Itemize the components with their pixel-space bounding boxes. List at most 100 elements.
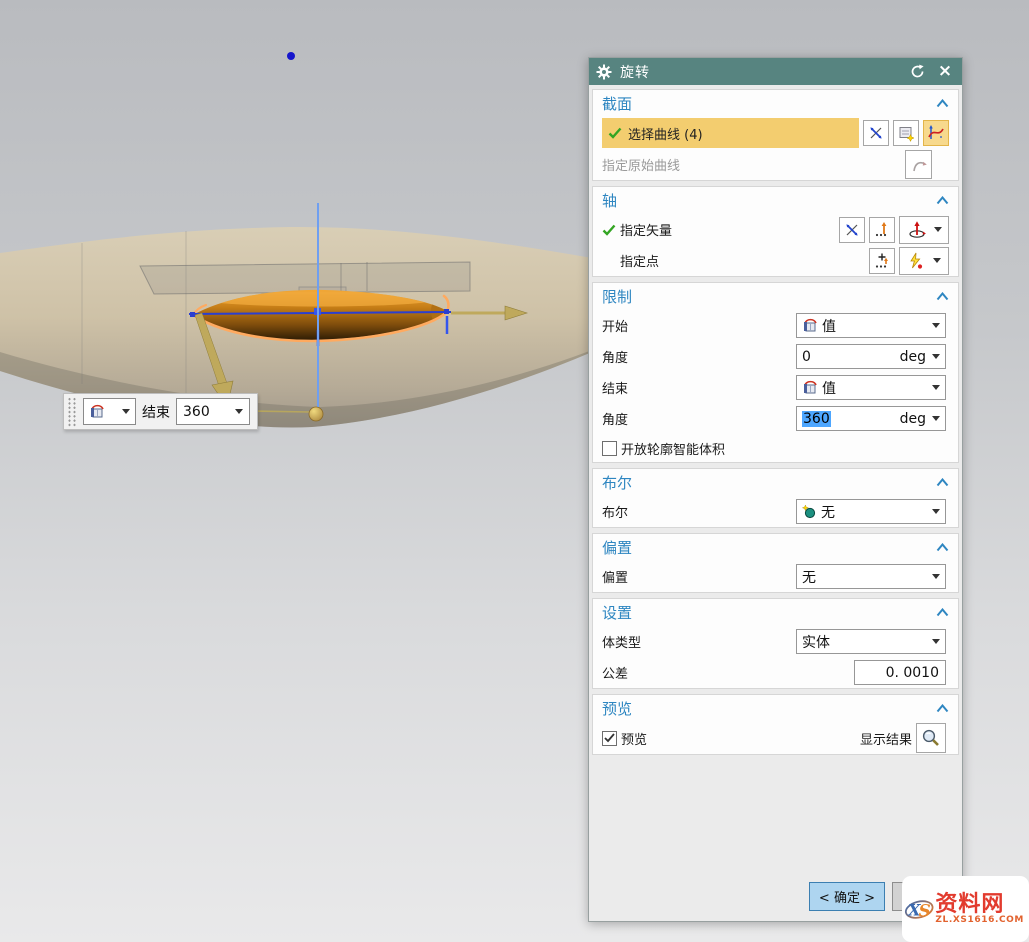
preview-label: 预览 (621, 729, 647, 748)
collapse-chevron-icon[interactable] (936, 478, 949, 487)
select-curve-label: 选择曲线 (4) (628, 124, 703, 143)
open-profile-label: 开放轮廓智能体积 (621, 439, 725, 458)
sketch-section-button[interactable] (893, 120, 919, 146)
inferred-vector-icon (907, 220, 927, 240)
dropdown-caret-icon (932, 416, 940, 421)
reverse-direction-icon (844, 222, 860, 238)
value-option-icon (89, 404, 105, 419)
offset-value: 无 (802, 567, 816, 587)
drag-handle-icon[interactable] (67, 397, 77, 427)
offset-dropdown[interactable]: 无 (796, 564, 946, 589)
vector-method-dropdown[interactable] (899, 216, 949, 244)
boolean-header-label: 布尔 (602, 472, 632, 493)
magnifier-icon (921, 728, 941, 748)
dropdown-caret-icon (933, 258, 941, 263)
collapse-chevron-icon[interactable] (936, 196, 949, 205)
dialog-title: 旋转 (620, 62, 650, 82)
dropdown-caret-icon (932, 639, 940, 644)
check-icon (602, 224, 616, 236)
collapse-chevron-icon[interactable] (936, 292, 949, 301)
checkmark-icon (604, 733, 615, 743)
end-type-value: 值 (822, 378, 836, 398)
end-label: 结束 (602, 378, 628, 397)
gear-icon (596, 64, 612, 80)
application-window: 结束 360 (0, 0, 1029, 942)
original-curve-icon (910, 156, 928, 174)
reset-button[interactable] (907, 62, 927, 82)
panel-boolean: 布尔 布尔 无 (592, 468, 959, 528)
angle-drag-handle[interactable] (309, 407, 323, 421)
start-angle-input[interactable]: 0 deg (796, 344, 946, 369)
value-option-icon (802, 380, 818, 395)
reverse-direction-icon (868, 125, 884, 141)
original-curve-button[interactable] (905, 150, 932, 179)
body-type-value: 实体 (802, 632, 830, 652)
boolean-dropdown[interactable]: 无 (796, 499, 946, 524)
collapse-chevron-icon[interactable] (936, 543, 949, 552)
dialog-body: 截面 选择曲线 (4) (589, 85, 962, 921)
floating-end-angle-value: 360 (183, 404, 210, 420)
value-option-icon (802, 318, 818, 333)
curve-endpoint-left (190, 312, 195, 317)
offset-header-label: 偏置 (602, 537, 632, 558)
specify-point-label: 指定点 (620, 251, 659, 270)
open-profile-checkbox[interactable] (602, 441, 617, 456)
dropdown-caret-icon (932, 385, 940, 390)
dropdown-caret-icon (932, 509, 940, 514)
collapse-chevron-icon[interactable] (936, 608, 949, 617)
select-curve-field[interactable]: 选择曲线 (4) (602, 118, 859, 148)
curve-rule-button[interactable] (923, 120, 949, 146)
check-icon (608, 127, 622, 139)
limits-header-label: 限制 (602, 286, 632, 307)
collapse-chevron-icon[interactable] (936, 99, 949, 108)
point-method-dropdown[interactable] (899, 247, 949, 275)
curve-rule-icon (927, 124, 945, 142)
boolean-value: 无 (821, 502, 835, 522)
onscreen-input-bar: 结束 360 (63, 393, 258, 430)
preview-checkbox[interactable] (602, 731, 617, 746)
end-angle-input[interactable]: 360 deg (796, 406, 946, 431)
original-curve-label: 指定原始曲线 (602, 155, 680, 174)
boolean-label: 布尔 (602, 502, 628, 521)
body-type-dropdown[interactable]: 实体 (796, 629, 946, 654)
panel-preview: 预览 预览 显示结果 (592, 694, 959, 755)
ok-button[interactable]: < 确定 > (809, 882, 885, 911)
tolerance-input[interactable]: 0. 0010 (854, 660, 946, 685)
panel-section: 截面 选择曲线 (4) (592, 89, 959, 181)
start-label: 开始 (602, 316, 628, 335)
watermark-site-name: 资料网 (935, 893, 1004, 916)
end-type-dropdown[interactable]: 值 (796, 375, 946, 400)
vector-dialog-button[interactable] (869, 217, 895, 243)
close-button[interactable]: × (935, 62, 955, 82)
panel-axis: 轴 指定矢量 (592, 186, 959, 277)
ok-button-label: < 确定 > (819, 887, 875, 906)
vertex-point[interactable] (287, 52, 295, 60)
tolerance-label: 公差 (602, 663, 628, 682)
start-angle-value: 0 (802, 349, 811, 365)
reset-icon (910, 64, 925, 79)
dialog-titlebar[interactable]: 旋转 × (589, 58, 962, 85)
end-angle-unit: deg (900, 411, 926, 427)
floating-end-label: 结束 (142, 402, 170, 422)
start-type-dropdown[interactable]: 值 (796, 313, 946, 338)
svg-text:S: S (919, 900, 931, 920)
end-angle-value: 360 (802, 411, 831, 427)
reverse-vector-button[interactable] (839, 217, 865, 243)
boolean-none-icon (802, 504, 817, 519)
vector-dialog-icon (874, 221, 891, 238)
reverse-direction-button[interactable] (863, 120, 889, 146)
show-result-button[interactable] (916, 723, 946, 753)
dropdown-caret-icon (932, 574, 940, 579)
dropdown-caret-icon (932, 354, 940, 359)
settings-header-label: 设置 (602, 602, 632, 623)
floating-end-angle-input[interactable]: 360 (176, 398, 250, 425)
panel-settings: 设置 体类型 实体 公差 (592, 598, 959, 689)
panel-offset: 偏置 偏置 无 (592, 533, 959, 593)
collapse-chevron-icon[interactable] (936, 704, 949, 713)
xs-logo-icon: X S (904, 883, 934, 935)
specify-vector-label: 指定矢量 (620, 220, 672, 239)
dropdown-caret-icon (122, 409, 130, 414)
end-type-dropdown[interactable] (83, 398, 136, 425)
point-dialog-button[interactable] (869, 248, 895, 274)
inferred-point-icon (907, 252, 925, 270)
